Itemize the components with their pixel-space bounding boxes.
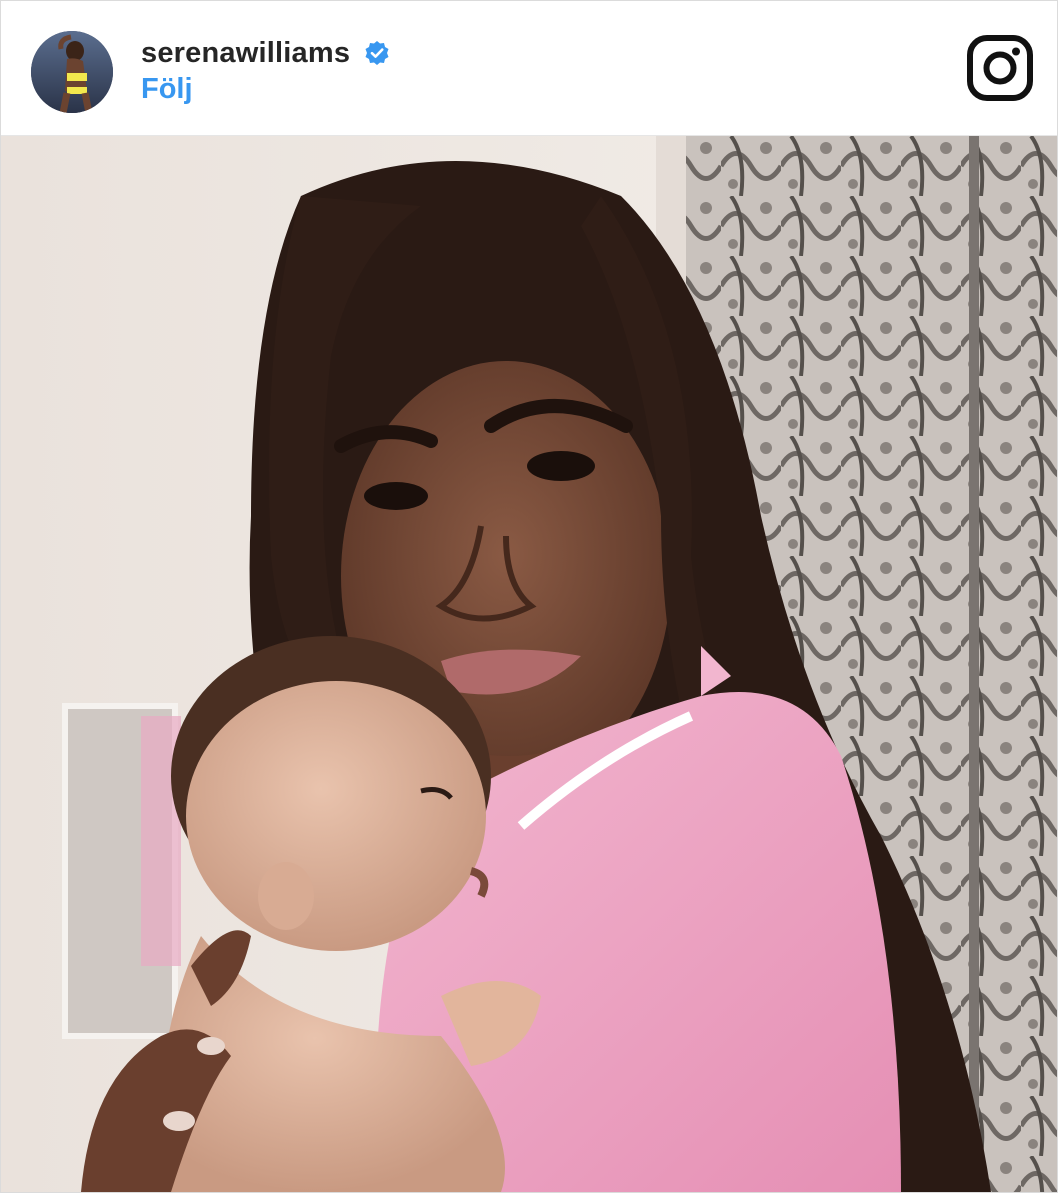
photo-illustration: [1, 136, 1057, 1192]
verified-badge-icon: [364, 40, 390, 66]
username-link[interactable]: serenawilliams: [141, 37, 350, 70]
instagram-embed-post: serenawilliams Följ: [0, 0, 1058, 1193]
post-photo[interactable]: [1, 136, 1057, 1192]
username-row: serenawilliams: [141, 35, 390, 71]
profile-avatar[interactable]: [31, 31, 113, 113]
follow-button[interactable]: Följ: [141, 73, 193, 106]
post-header: serenawilliams Följ: [1, 1, 1057, 136]
avatar-image: [31, 31, 113, 113]
instagram-icon[interactable]: [967, 35, 1033, 101]
